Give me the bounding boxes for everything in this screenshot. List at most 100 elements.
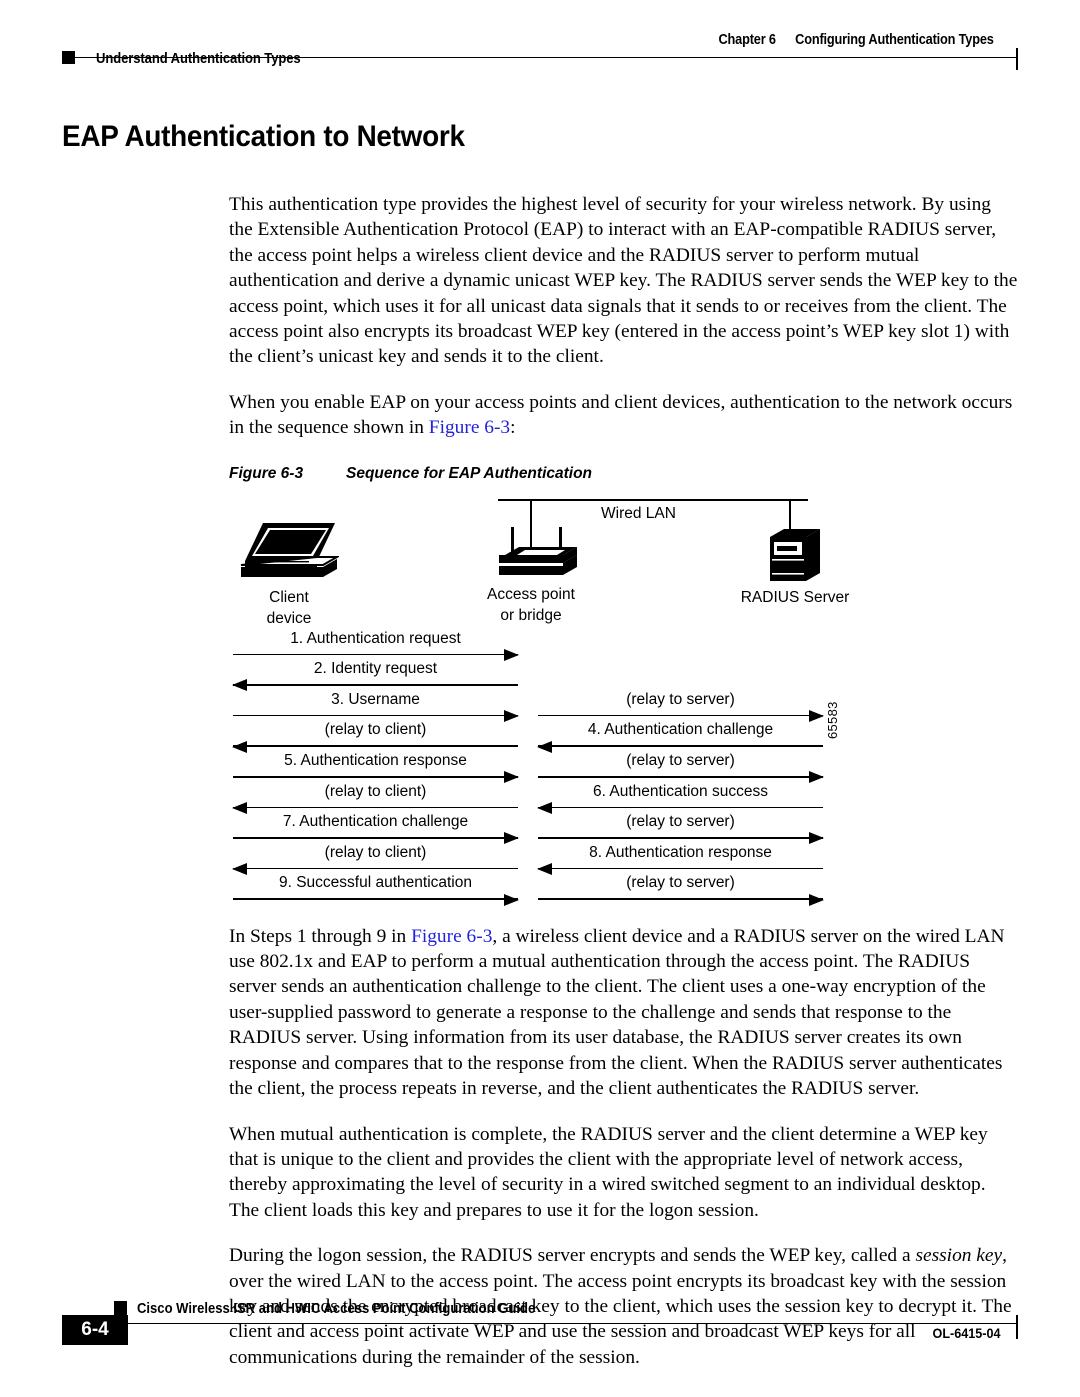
sequence-right-label: (relay to server) xyxy=(626,874,735,892)
sequence-left-arrow-line xyxy=(233,745,518,748)
sequence-left-segment: 9. Successful authentication xyxy=(233,874,519,906)
arrow-head-right-icon xyxy=(809,710,824,723)
sequence-right-label: 8. Authentication response xyxy=(589,843,772,861)
sequence-right-label: (relay to server) xyxy=(626,813,735,831)
sequence-row: 9. Successful authentication (relay to s… xyxy=(233,874,853,906)
sequence-left-segment: 7. Authentication challenge xyxy=(233,813,519,845)
figure-caption-title: Sequence for EAP Authentication xyxy=(346,464,593,482)
sequence-left-arrow-line xyxy=(233,653,518,656)
paragraph-3-lead: In Steps 1 through 9 in xyxy=(229,925,412,947)
sequence-row: 1. Authentication request xyxy=(233,630,853,662)
sequence-left-label: 3. Username xyxy=(331,690,420,708)
arrow-head-left-icon xyxy=(232,740,247,753)
sequence-left-segment: (relay to client) xyxy=(232,721,518,753)
arrow-head-left-icon xyxy=(537,863,552,876)
sequence-left-label: (relay to client) xyxy=(324,721,427,739)
paragraph-1: This authentication type provides the hi… xyxy=(229,194,1018,368)
arrow-head-left-icon xyxy=(232,679,247,692)
wired-lan-label: Wired LAN xyxy=(601,504,676,522)
arrow-head-right-icon xyxy=(809,893,824,906)
laptop-label: Client device xyxy=(233,587,345,629)
sequence-left-segment: 3. Username xyxy=(233,690,519,723)
figure-6-3-xref-link-2[interactable]: Figure 6-3 xyxy=(411,926,492,947)
sequence-right-label: 6. Authentication success xyxy=(593,782,768,800)
paragraph-3: In Steps 1 through 9 in Figure 6-3, a wi… xyxy=(229,924,1018,1102)
sequence-right-segment: 6. Authentication success xyxy=(537,782,823,815)
page-title: EAP Authentication to Network xyxy=(62,120,465,153)
sequence-left-segment: 1. Authentication request xyxy=(233,630,519,662)
footer-divider xyxy=(114,1323,1018,1324)
header-chapter-number: Chapter 6 xyxy=(718,32,777,48)
laptop-label-line1: Client xyxy=(269,588,309,606)
sequence-left-segment: 5. Authentication response xyxy=(233,752,519,784)
sequence-right-segment: (relay to server) xyxy=(538,752,824,784)
figure-6-3-xref-link[interactable]: Figure 6-3 xyxy=(429,417,510,438)
arrow-head-left-icon xyxy=(232,863,247,876)
paragraph-5-lead: During the logon session, the RADIUS ser… xyxy=(229,1245,916,1267)
sequence-left-segment: (relay to client) xyxy=(232,783,518,815)
arrow-head-left-icon xyxy=(537,801,552,814)
sequence-left-arrow-line xyxy=(233,898,518,900)
footer-document-id: OL-6415-04 xyxy=(932,1325,1000,1341)
page-content: EAP Authentication to Network This authe… xyxy=(62,120,1018,1390)
paragraph-3-tail: , a wireless client device and a RADIUS … xyxy=(229,925,1005,1100)
radius-server-label: RADIUS Server xyxy=(740,588,850,606)
header-divider-end-tick xyxy=(1016,48,1018,70)
sequence-right-arrow-line xyxy=(538,776,823,778)
sequence-right-segment: (relay to server) xyxy=(538,874,824,906)
sequence-row: 7. Authentication challenge (relay to se… xyxy=(233,813,853,845)
paragraph-4: When mutual authentication is complete, … xyxy=(229,1123,988,1221)
arrow-head-left-icon xyxy=(232,801,247,814)
figure-diagram: Wired LAN Client device Access point or … xyxy=(232,498,853,924)
sequence-row: 3. Username (relay to server) xyxy=(233,690,853,723)
sequence-right-label: (relay to server) xyxy=(626,690,735,708)
laptop-label-line2: device xyxy=(266,609,312,627)
sequence-left-arrow-line xyxy=(233,837,518,839)
figure-caption-number: Figure 6-3 xyxy=(229,464,304,482)
header-chapter-line: Chapter 6 Configuring Authentication Type… xyxy=(719,32,994,48)
sequence-left-label: 7. Authentication challenge xyxy=(282,813,469,831)
access-point-icon xyxy=(491,521,583,588)
header-running-subtitle: Understand Authentication Types xyxy=(96,51,301,67)
body-column: This authentication type provides the hi… xyxy=(229,192,1018,441)
arrow-head-right-icon xyxy=(809,832,824,845)
session-key-term: session key xyxy=(915,1245,1003,1267)
sequence-left-segment: (relay to client) xyxy=(232,843,518,876)
figure-block: Figure 6-3 Sequence for EAP Authenticatio… xyxy=(229,465,1018,924)
sequence-right-arrow-line xyxy=(538,714,823,717)
sequence-left-arrow-line xyxy=(233,867,518,870)
arrow-head-right-icon xyxy=(504,832,519,845)
paragraph-2-tail: : xyxy=(510,417,516,439)
sequence-left-label: 9. Successful authentication xyxy=(278,874,472,892)
sequence-right-segment: 8. Authentication response xyxy=(537,843,823,876)
header-chapter-title: Configuring Authentication Types xyxy=(795,32,994,48)
footer-divider-end-tick xyxy=(1016,1315,1018,1339)
sequence-row: (relay to client) 6. Authentication succ… xyxy=(232,782,853,815)
footer-bullet-square-icon xyxy=(114,1301,127,1315)
arrow-head-right-icon xyxy=(504,648,519,661)
sequence-left-label: 2. Identity request xyxy=(313,660,438,678)
sequence-row: (relay to client) 4. Authentication chal… xyxy=(232,721,853,753)
sequence-row: 5. Authentication response (relay to ser… xyxy=(233,752,853,784)
sequence-row: 2. Identity request xyxy=(232,660,853,692)
footer-page-number: 6-4 xyxy=(81,1319,109,1340)
arrow-head-right-icon xyxy=(809,771,824,784)
page-header: Chapter 6 Configuring Authentication Type… xyxy=(62,32,1018,78)
access-point-label-line1: Access point xyxy=(487,585,575,603)
laptop-icon xyxy=(239,521,341,588)
sequence-left-arrow-line xyxy=(233,684,518,686)
access-point-label: Access point or bridge xyxy=(469,584,593,626)
sequence-right-arrow-line xyxy=(538,867,823,870)
footer-guide-title: Cisco Wireless ISR and HWIC Access Point… xyxy=(137,1301,536,1317)
paragraph-2-lead: When you enable EAP on your access point… xyxy=(229,391,1013,439)
server-tower-icon xyxy=(766,523,838,590)
arrow-head-right-icon xyxy=(504,893,519,906)
sequence-row: (relay to client) 8. Authentication resp… xyxy=(232,843,853,876)
arrow-head-right-icon xyxy=(504,710,519,723)
sequence-right-arrow-line xyxy=(538,745,823,748)
sequence-left-arrow-line xyxy=(233,776,518,778)
sequence-left-arrow-line xyxy=(233,714,518,717)
page-footer: Cisco Wireless ISR and HWIC Access Point… xyxy=(62,1301,1018,1361)
sequence-right-label: (relay to server) xyxy=(626,752,735,770)
sequence-left-label: (relay to client) xyxy=(324,843,427,861)
